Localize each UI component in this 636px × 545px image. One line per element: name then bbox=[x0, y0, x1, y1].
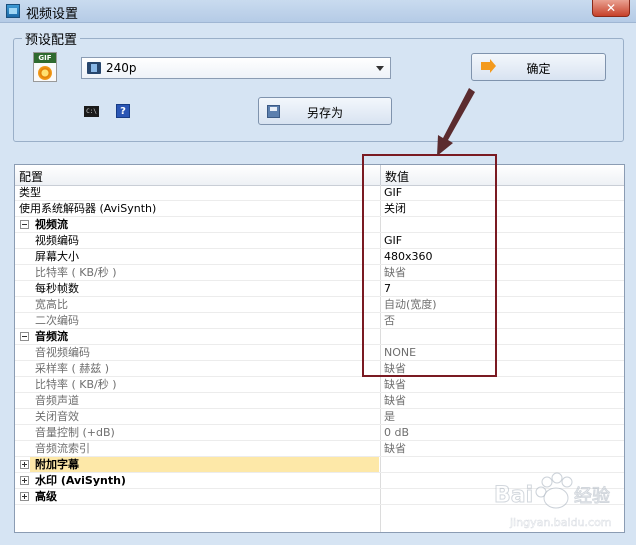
group-name: 音频流 bbox=[35, 330, 68, 343]
property-name: 关闭音效 bbox=[35, 410, 79, 423]
baidu-watermark-logo: Bai 经验 jingyan.baidu.com bbox=[494, 472, 612, 529]
property-name: 采样率 ( 赫兹 ) bbox=[35, 362, 110, 375]
preset-dropdown[interactable]: 240p bbox=[81, 57, 391, 79]
property-row[interactable]: 视频编码 GIF bbox=[15, 233, 624, 249]
property-value[interactable]: 缺省 bbox=[384, 393, 406, 408]
group-row-video[interactable]: 视频流 bbox=[15, 217, 624, 233]
expand-icon[interactable] bbox=[20, 460, 29, 469]
property-row[interactable]: 比特率 ( KB/秒 ) 缺省 bbox=[15, 377, 624, 393]
collapse-icon[interactable] bbox=[20, 332, 29, 341]
property-name: 宽高比 bbox=[35, 298, 68, 311]
svg-text:jingyan.baidu.com: jingyan.baidu.com bbox=[509, 516, 612, 529]
expand-icon[interactable] bbox=[20, 476, 29, 485]
property-name: 屏幕大小 bbox=[35, 250, 79, 263]
film-icon bbox=[87, 62, 101, 74]
property-name: 音量控制 (+dB) bbox=[35, 426, 115, 439]
preset-group-label: 预设配置 bbox=[22, 29, 81, 48]
property-value[interactable]: 0 dB bbox=[384, 425, 409, 440]
property-value[interactable]: 是 bbox=[384, 409, 395, 424]
property-name: 视频编码 bbox=[35, 234, 79, 247]
gif-icon-text: GIF bbox=[34, 53, 56, 63]
app-icon bbox=[6, 4, 20, 18]
property-name: 音视频编码 bbox=[35, 346, 90, 359]
group-row-audio[interactable]: 音频流 bbox=[15, 329, 624, 345]
group-name: 水印 (AviSynth) bbox=[35, 474, 126, 487]
grid-header: 配置 数值 bbox=[15, 165, 624, 186]
annotation-highlight-box bbox=[362, 154, 497, 377]
ok-button-label: 确定 bbox=[526, 62, 551, 76]
property-name: 二次编码 bbox=[35, 314, 79, 327]
help-icon[interactable]: ? bbox=[116, 104, 130, 118]
property-name: 类型 bbox=[19, 186, 41, 199]
svg-text:经验: 经验 bbox=[574, 486, 610, 507]
property-value[interactable]: 缺省 bbox=[384, 377, 406, 392]
collapse-icon[interactable] bbox=[20, 220, 29, 229]
ok-button[interactable]: 确定 bbox=[471, 53, 606, 81]
property-row[interactable]: 音视频编码 NONE bbox=[15, 345, 624, 361]
property-row[interactable]: 关闭音效 是 bbox=[15, 409, 624, 425]
property-name: 使用系统解码器 (AviSynth) bbox=[19, 202, 157, 215]
window-title: 视频设置 bbox=[26, 7, 79, 22]
property-row[interactable]: 比特率 ( KB/秒 ) 缺省 bbox=[15, 265, 624, 281]
property-row[interactable]: 类型 GIF bbox=[15, 185, 624, 201]
property-name: 每秒帧数 bbox=[35, 282, 79, 295]
close-button[interactable]: ✕ bbox=[592, 0, 630, 17]
property-value[interactable]: 缺省 bbox=[384, 441, 406, 456]
title-bar: 视频设置 ✕ bbox=[0, 0, 636, 23]
property-row[interactable]: 每秒帧数 7 bbox=[15, 281, 624, 297]
save-as-button[interactable]: 另存为 bbox=[258, 97, 392, 125]
property-name: 比特率 ( KB/秒 ) bbox=[35, 266, 117, 279]
gear-icon bbox=[38, 66, 52, 80]
property-row[interactable]: 宽高比 自动(宽度) bbox=[15, 297, 624, 313]
property-row[interactable]: 音频流索引 缺省 bbox=[15, 441, 624, 457]
property-row[interactable]: 二次编码 否 bbox=[15, 313, 624, 329]
gif-file-icon: GIF bbox=[33, 52, 57, 82]
group-name: 高级 bbox=[35, 490, 57, 503]
expand-icon[interactable] bbox=[20, 492, 29, 501]
property-name: 音频流索引 bbox=[35, 442, 90, 455]
property-row[interactable]: 音量控制 (+dB) 0 dB bbox=[15, 425, 624, 441]
group-name: 附加字幕 bbox=[35, 458, 79, 471]
property-row[interactable]: 屏幕大小 480x360 bbox=[15, 249, 624, 265]
command-prompt-icon[interactable]: C:\ bbox=[84, 106, 99, 117]
svg-text:Bai: Bai bbox=[494, 483, 533, 508]
property-row[interactable]: 采样率 ( 赫兹 ) 缺省 bbox=[15, 361, 624, 377]
group-name: 视频流 bbox=[35, 218, 68, 231]
property-row[interactable]: 音频声道 缺省 bbox=[15, 393, 624, 409]
chevron-down-icon[interactable] bbox=[376, 66, 384, 71]
save-as-button-label: 另存为 bbox=[306, 106, 343, 120]
column-header-name[interactable]: 配置 bbox=[19, 168, 43, 185]
property-row[interactable]: 使用系统解码器 (AviSynth) 关闭 bbox=[15, 201, 624, 217]
property-name: 音频声道 bbox=[35, 394, 79, 407]
preset-selected-value: 240p bbox=[106, 61, 137, 75]
property-name: 比特率 ( KB/秒 ) bbox=[35, 378, 117, 391]
